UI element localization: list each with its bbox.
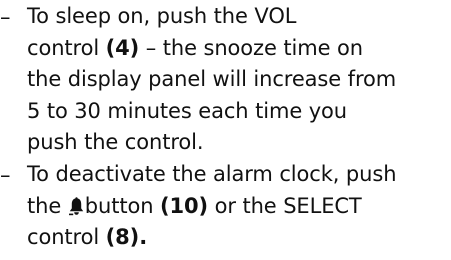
list-item-text: To sleep on, push the VOL control (4) – … bbox=[27, 1, 447, 159]
text-run: 5 to 30 minutes each time you bbox=[27, 98, 347, 123]
control-reference: (8) bbox=[105, 225, 140, 249]
instruction-text: – To sleep on, push the VOL control (4) … bbox=[0, 0, 451, 260]
text-run: To deactivate the alarm clock, push bbox=[27, 162, 397, 186]
text-line: the button (10) or the SELECT bbox=[27, 191, 447, 223]
list-dash: – bbox=[0, 5, 11, 29]
text-run: the display panel will increase from bbox=[27, 67, 397, 91]
text-run: control bbox=[27, 35, 106, 60]
text-line: control (4) – the snooze time on bbox=[27, 33, 447, 65]
text-run: To sleep on, push the VOL bbox=[27, 4, 297, 28]
text-line: To sleep on, push the VOL bbox=[27, 1, 447, 33]
text-line: the display panel will increase from bbox=[27, 64, 447, 96]
text-line: control (8). bbox=[27, 222, 447, 254]
text-run: . bbox=[139, 225, 148, 249]
control-reference: (4) bbox=[105, 35, 140, 60]
list-dash: – bbox=[0, 163, 11, 187]
text-run: button bbox=[84, 193, 160, 218]
text-line: push the control. bbox=[27, 127, 447, 159]
list-item-text: To deactivate the alarm clock, push the … bbox=[27, 159, 447, 254]
control-reference: (10) bbox=[160, 193, 209, 218]
text-line: To deactivate the alarm clock, push bbox=[27, 159, 447, 191]
text-run: push the control. bbox=[27, 130, 204, 154]
text-run: – the snooze time on bbox=[139, 35, 363, 60]
text-run: or the SELECT bbox=[208, 193, 362, 218]
text-line: 5 to 30 minutes each time you bbox=[27, 96, 447, 128]
bell-icon bbox=[68, 196, 84, 216]
text-run: the bbox=[27, 193, 68, 218]
text-run: control bbox=[27, 225, 106, 249]
